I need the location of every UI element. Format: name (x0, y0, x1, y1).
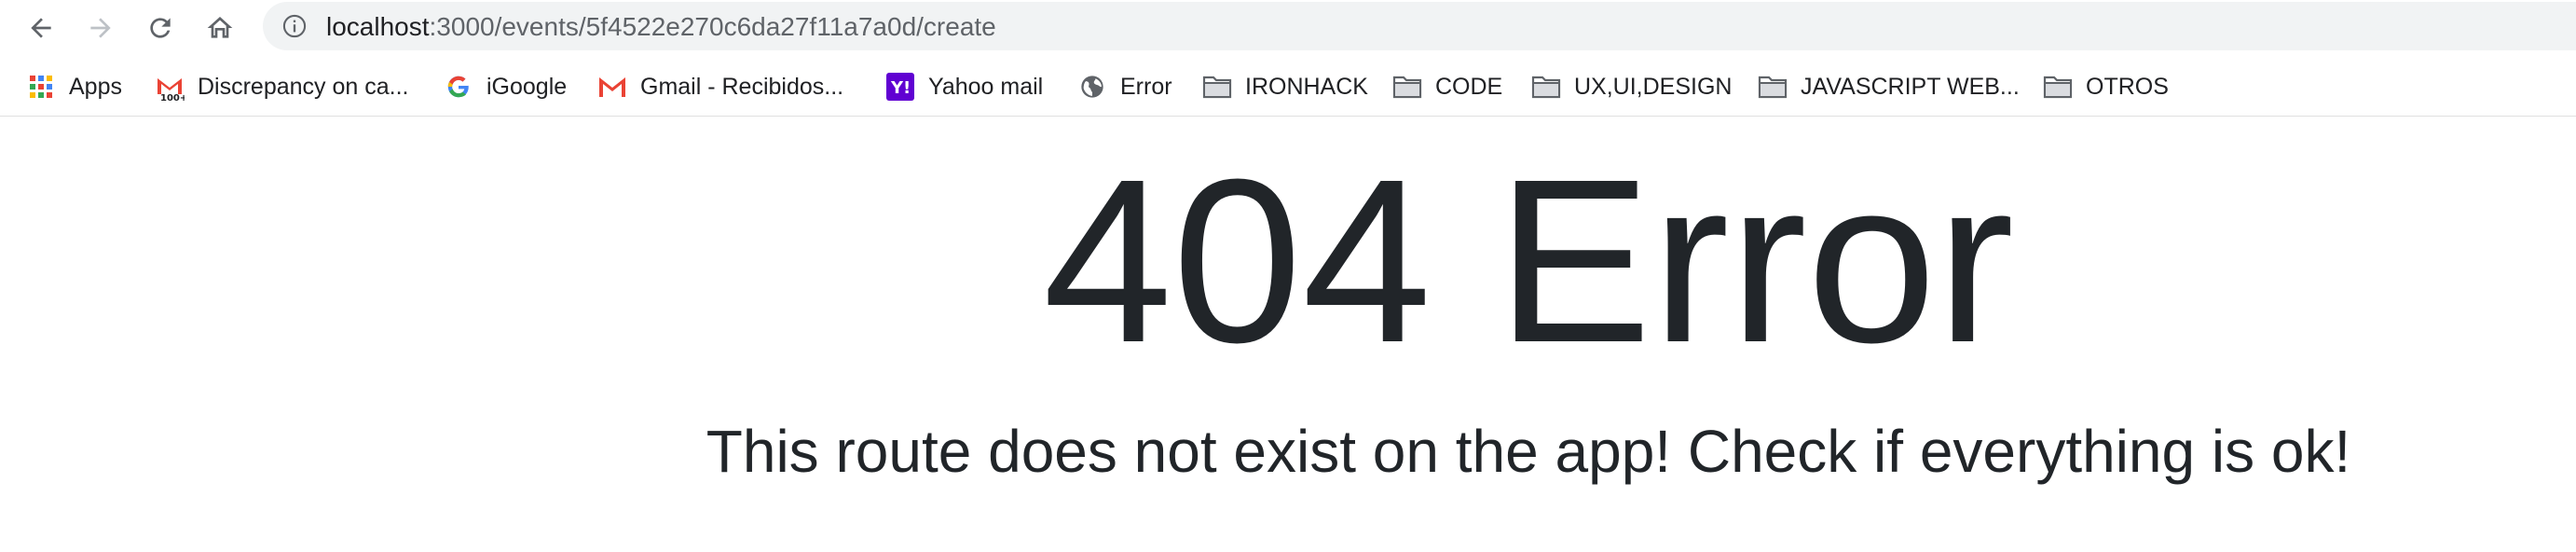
bookmark-label: Error (1120, 73, 1172, 100)
apps-grid-icon (26, 72, 56, 102)
bookmark-label: IRONHACK (1245, 73, 1368, 100)
google-icon (444, 72, 473, 102)
bookmark-igoogle[interactable]: iGoogle (444, 58, 567, 116)
bookmark-folder-otros[interactable]: OTROS (2043, 58, 2169, 116)
bookmark-folder-ironhack[interactable]: IRONHACK (1202, 58, 1368, 116)
arrow-right-icon (90, 18, 111, 38)
svg-text:100+: 100+ (160, 93, 185, 102)
globe-icon (1077, 72, 1107, 102)
bookmark-label: CODE (1435, 73, 1503, 100)
error-message: This route does not exist on the app! Ch… (706, 418, 2351, 485)
bookmark-error[interactable]: Error (1077, 58, 1172, 116)
bookmark-apps[interactable]: Apps (26, 58, 122, 116)
home-icon (207, 17, 233, 38)
yahoo-icon: Y! (885, 72, 915, 102)
bookmark-label: Yahoo mail (928, 73, 1044, 100)
error-title: 404 Error (1042, 131, 2015, 391)
folder-icon (1758, 72, 1788, 102)
reload-button[interactable] (136, 4, 185, 52)
bookmark-folder-javascript[interactable]: JAVASCRIPT WEB... (1758, 58, 2020, 116)
bookmark-folder-ux-ui-design[interactable]: UX,UI,DESIGN (1531, 58, 1732, 116)
back-button[interactable] (17, 4, 65, 52)
reload-icon (150, 18, 171, 38)
bookmark-label: OTROS (2086, 73, 2169, 100)
browser-window: localhost:3000/events/5f4522e270c6da27f1… (0, 0, 2576, 552)
bookmark-label: Gmail - Recibidos... (640, 73, 844, 100)
bookmark-label: Discrepancy on ca... (198, 73, 409, 100)
browser-toolbar: localhost:3000/events/5f4522e270c6da27f1… (0, 0, 2576, 56)
url-path: :3000/events/5f4522e270c6da27f11a7a0d/cr… (429, 12, 996, 41)
home-button[interactable] (196, 4, 244, 52)
bookmark-gmail[interactable]: Gmail - Recibidos... (597, 58, 843, 116)
arrow-left-icon (31, 18, 51, 38)
gmail-100-icon: 100+ (155, 72, 185, 102)
bookmark-discrepancy[interactable]: 100+ Discrepancy on ca... (155, 58, 409, 116)
gmail-icon (597, 72, 627, 102)
toolbar-divider (0, 116, 2576, 117)
folder-icon (1202, 72, 1232, 102)
folder-icon (1531, 72, 1561, 102)
bookmark-label: iGoogle (486, 73, 568, 100)
svg-text:Y!: Y! (890, 78, 911, 98)
url-host: localhost (326, 12, 430, 41)
bookmark-label: Apps (69, 73, 122, 100)
forward-button[interactable] (76, 4, 125, 52)
bookmark-label: UX,UI,DESIGN (1574, 73, 1733, 100)
url-text[interactable]: localhost:3000/events/5f4522e270c6da27f1… (326, 12, 996, 42)
folder-icon (1392, 72, 1422, 102)
bookmark-yahoo-mail[interactable]: Y! Yahoo mail (885, 58, 1043, 116)
bookmarks-bar: Apps 100+ Discrepancy on ca... iGoogle G… (0, 58, 2576, 116)
info-icon[interactable] (281, 13, 308, 39)
folder-icon (2043, 72, 2073, 102)
address-bar[interactable]: localhost:3000/events/5f4522e270c6da27f1… (263, 2, 2576, 50)
bookmark-label: JAVASCRIPT WEB... (1801, 73, 2020, 100)
bookmark-folder-code[interactable]: CODE (1392, 58, 1502, 116)
